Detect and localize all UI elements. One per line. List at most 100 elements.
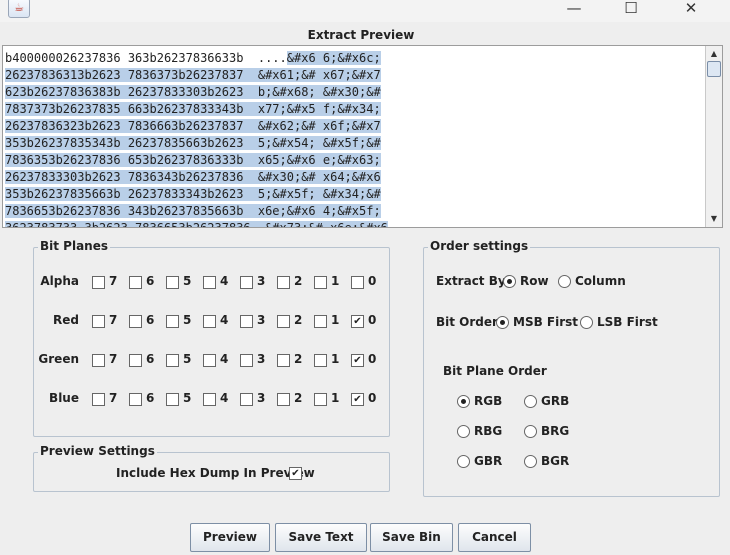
preview-line: 7837373b26237835 663b26237833343b x77;&#… <box>5 101 705 118</box>
red-bit-7-checkbox[interactable] <box>92 315 105 328</box>
alpha-bit-3-checkbox[interactable] <box>240 276 253 289</box>
red-bit-0-checkbox[interactable]: ✔ <box>351 315 364 328</box>
alpha-bit-1-checkbox[interactable] <box>314 276 327 289</box>
green-bit-3-checkbox[interactable] <box>240 354 253 367</box>
plane-order-grb-label: GRB <box>541 394 570 408</box>
blue-bit-7-checkbox[interactable] <box>92 393 105 406</box>
alpha-bit-7-checkbox[interactable] <box>92 276 105 289</box>
plane-order-bgr-radio[interactable] <box>524 455 537 468</box>
preview-text-area[interactable]: b400000026237836 363b26237836633b ....&#… <box>2 45 723 228</box>
red-bit-2-checkbox[interactable] <box>277 315 290 328</box>
plane-order-rgb-radio[interactable] <box>457 395 470 408</box>
red-bit-4-checkbox[interactable] <box>203 315 216 328</box>
preview-button[interactable]: Preview <box>190 523 270 552</box>
bit-number-label: 6 <box>146 313 155 327</box>
bit-number-label: 1 <box>331 352 340 366</box>
plane-order-rbg-radio[interactable] <box>457 425 470 438</box>
green-bit-6-checkbox[interactable] <box>129 354 142 367</box>
red-bit-6-checkbox[interactable] <box>129 315 142 328</box>
blue-bit-1-checkbox[interactable] <box>314 393 327 406</box>
preview-line: 7836353b26237836 653b26237836333b x65;&#… <box>5 152 705 169</box>
green-bit-5-checkbox[interactable] <box>166 354 179 367</box>
preview-line-selected: 26237836323b2623 7836663b26237837 &#x62;… <box>5 119 381 133</box>
preview-settings-legend: Preview Settings <box>38 444 157 458</box>
green-bit-0-checkbox[interactable]: ✔ <box>351 354 364 367</box>
save-bin-button[interactable]: Save Bin <box>370 523 453 552</box>
preview-line: 26237836323b2623 7836663b26237837 &#x62;… <box>5 118 705 135</box>
close-button[interactable]: ✕ <box>668 0 714 18</box>
lsb-first-label: LSB First <box>597 315 658 329</box>
preview-line-selected: 7836353b26237836 653b26237836333b x65;&#… <box>5 153 381 167</box>
plane-order-gbr-radio[interactable] <box>457 455 470 468</box>
extract-by-row-label: Row <box>520 274 549 288</box>
bit-order-label: Bit Order <box>436 315 498 329</box>
plane-order-rgb-label: RGB <box>474 394 503 408</box>
plane-order-brg-radio[interactable] <box>524 425 537 438</box>
green-bit-7-checkbox[interactable] <box>92 354 105 367</box>
bit-number-label: 0 <box>368 391 377 405</box>
plane-order-gbr-label: GBR <box>474 454 503 468</box>
lsb-first-radio[interactable] <box>580 316 593 329</box>
blue-bit-5-checkbox[interactable] <box>166 393 179 406</box>
extract-by-row-radio[interactable] <box>503 275 516 288</box>
extract-by-label: Extract By <box>436 274 506 288</box>
green-bit-1-checkbox[interactable] <box>314 354 327 367</box>
scrollbar-thumb[interactable] <box>707 61 721 77</box>
preview-line-unselected: b400000026237836 363b26237836633b .... <box>5 51 287 65</box>
green-bit-2-checkbox[interactable] <box>277 354 290 367</box>
alpha-bit-2-checkbox[interactable] <box>277 276 290 289</box>
bit-number-label: 7 <box>109 274 118 288</box>
order-settings-legend: Order settings <box>428 239 531 253</box>
plane-order-grb-radio[interactable] <box>524 395 537 408</box>
bit-plane-row-label-green: Green <box>38 352 79 366</box>
preview-line: 623b26237836383b 26237833303b2623 b;&#x6… <box>5 84 705 101</box>
bit-planes-legend: Bit Planes <box>38 239 111 253</box>
plane-order-bgr-label: BGR <box>541 454 570 468</box>
scroll-up-arrow-icon[interactable]: ▲ <box>708 48 720 60</box>
bit-number-label: 5 <box>183 313 192 327</box>
plane-order-brg-label: BRG <box>541 424 570 438</box>
alpha-bit-6-checkbox[interactable] <box>129 276 142 289</box>
hex-dump-label: Include Hex Dump In Preview <box>116 466 315 480</box>
bit-plane-row-label-alpha: Alpha <box>40 274 79 288</box>
blue-bit-2-checkbox[interactable] <box>277 393 290 406</box>
red-bit-3-checkbox[interactable] <box>240 315 253 328</box>
preview-line: b400000026237836 363b26237836633b ....&#… <box>5 50 705 67</box>
preview-line-selected: 7837373b26237835 663b26237833343b x77;&#… <box>5 102 381 116</box>
blue-bit-0-checkbox[interactable]: ✔ <box>351 393 364 406</box>
bit-number-label: 0 <box>368 352 377 366</box>
scroll-down-arrow-icon[interactable]: ▼ <box>708 213 720 225</box>
red-bit-1-checkbox[interactable] <box>314 315 327 328</box>
preview-text-content: b400000026237836 363b26237836633b ....&#… <box>5 50 705 227</box>
bit-number-label: 6 <box>146 274 155 288</box>
preview-line-selected: 353b26237835343b 26237835663b2623 5;&#x5… <box>5 136 381 150</box>
bit-number-label: 4 <box>220 313 229 327</box>
extract-by-column-radio[interactable] <box>558 275 571 288</box>
alpha-bit-0-checkbox[interactable] <box>351 276 364 289</box>
bit-number-label: 6 <box>146 352 155 366</box>
preview-line-selected: 26237836313b2623 7836373b26237837 &#x61;… <box>5 68 381 82</box>
blue-bit-6-checkbox[interactable] <box>129 393 142 406</box>
maximize-button[interactable]: ☐ <box>608 0 654 18</box>
minimize-button[interactable]: — <box>551 0 597 18</box>
preview-line: 353b26237835663b 26237833343b2623 5;&#x5… <box>5 186 705 203</box>
bit-number-label: 2 <box>294 352 303 366</box>
bit-number-label: 1 <box>331 274 340 288</box>
blue-bit-3-checkbox[interactable] <box>240 393 253 406</box>
red-bit-5-checkbox[interactable] <box>166 315 179 328</box>
plane-order-rbg-label: RBG <box>474 424 503 438</box>
cancel-button[interactable]: Cancel <box>458 523 531 552</box>
preview-line-selected: 26237833303b2623 7836343b26237836 &#x30;… <box>5 170 381 184</box>
alpha-bit-5-checkbox[interactable] <box>166 276 179 289</box>
msb-first-radio[interactable] <box>496 316 509 329</box>
hex-dump-checkbox[interactable]: ✔ <box>289 467 302 480</box>
bit-number-label: 4 <box>220 391 229 405</box>
green-bit-4-checkbox[interactable] <box>203 354 216 367</box>
bit-number-label: 2 <box>294 274 303 288</box>
bit-plane-row-label-red: Red <box>53 313 79 327</box>
vertical-scrollbar[interactable]: ▲ ▼ <box>705 46 722 227</box>
blue-bit-4-checkbox[interactable] <box>203 393 216 406</box>
bit-number-label: 4 <box>220 274 229 288</box>
save-text-button[interactable]: Save Text <box>275 523 367 552</box>
alpha-bit-4-checkbox[interactable] <box>203 276 216 289</box>
